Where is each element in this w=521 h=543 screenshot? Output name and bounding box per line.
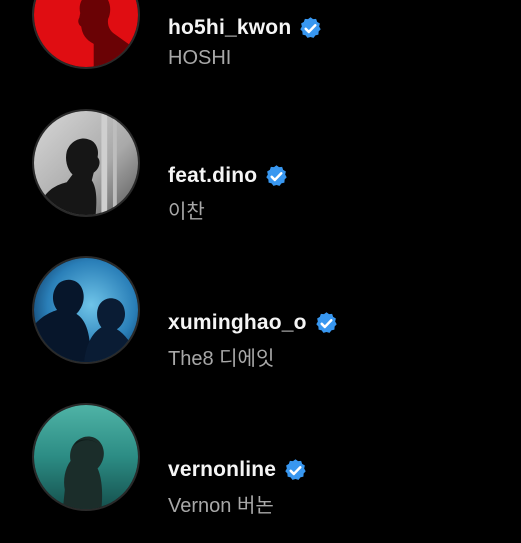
avatar[interactable] (32, 109, 140, 217)
username[interactable]: ho5hi_kwon (168, 16, 291, 40)
username[interactable]: xuminghao_o (168, 311, 307, 335)
verified-badge-icon (264, 164, 289, 189)
verified-badge-icon (314, 311, 339, 336)
profile-photo-icon (34, 111, 138, 215)
username[interactable]: vernonline (168, 458, 276, 482)
username-line: xuminghao_o (168, 307, 339, 339)
full-name: Vernon 버논 (168, 495, 274, 517)
username[interactable]: feat.dino (168, 164, 257, 188)
full-name: HOSHI (168, 47, 232, 69)
username-line: vernonline (168, 454, 308, 486)
verified-badge-icon (283, 458, 308, 483)
verified-badge-icon (298, 16, 323, 41)
username-line: ho5hi_kwon (168, 12, 323, 44)
avatar[interactable] (32, 256, 140, 364)
list-item-vernonline[interactable]: vernonline Vernon 버논 (0, 403, 521, 543)
profile-photo-icon (34, 258, 138, 362)
username-line: feat.dino (168, 160, 289, 192)
avatar[interactable] (32, 403, 140, 511)
profile-photo-icon (34, 0, 138, 67)
profile-photo-icon (34, 405, 138, 509)
full-name: 이찬 (168, 201, 205, 223)
list-item-ho5hi-kwon[interactable]: ho5hi_kwon HOSHI (0, 0, 521, 101)
list-item-xuminghao-o[interactable]: xuminghao_o The8 디에잇 (0, 256, 521, 396)
list-item-feat-dino[interactable]: feat.dino 이찬 (0, 109, 521, 249)
account-list: ho5hi_kwon HOSHI feat.dino 이찬 xuminghao_… (0, 0, 521, 521)
full-name: The8 디에잇 (168, 348, 275, 370)
avatar[interactable] (32, 0, 140, 69)
